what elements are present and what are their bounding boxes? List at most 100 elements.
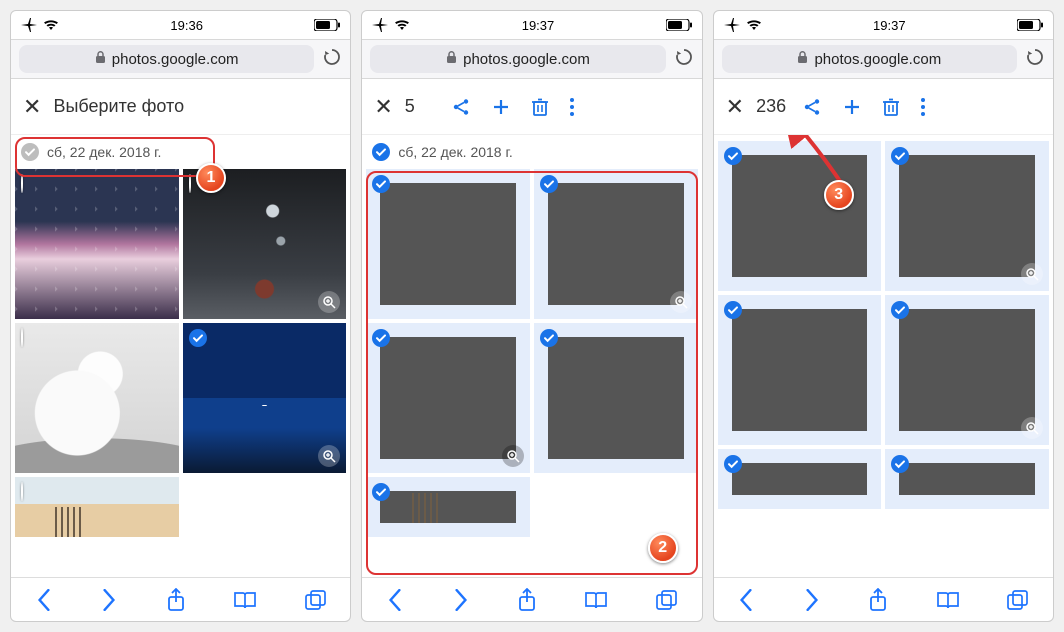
close-icon[interactable]: ✕ bbox=[726, 94, 744, 120]
select-photo-checkbox[interactable] bbox=[189, 329, 207, 349]
select-day-checkbox[interactable] bbox=[372, 143, 390, 161]
url-field[interactable]: photos.google.com bbox=[722, 45, 1017, 73]
date-group-header[interactable]: сб, 22 дек. 2018 г. bbox=[362, 135, 701, 169]
tabs-icon[interactable] bbox=[305, 590, 327, 610]
content-area: 1 сб, 22 дек. 2018 г. bbox=[11, 135, 350, 577]
select-photo-checkbox[interactable] bbox=[724, 147, 742, 167]
select-photo-checkbox[interactable] bbox=[372, 483, 390, 503]
zoom-icon[interactable] bbox=[318, 291, 340, 313]
reload-icon[interactable] bbox=[322, 47, 342, 72]
status-time: 19:37 bbox=[522, 18, 555, 33]
select-photo-checkbox[interactable] bbox=[372, 175, 390, 195]
back-icon[interactable] bbox=[386, 589, 404, 611]
photo-grid bbox=[362, 169, 701, 537]
photo-thumbnail[interactable] bbox=[718, 449, 882, 509]
appbar-actions bbox=[802, 97, 926, 117]
select-photo-checkbox[interactable] bbox=[724, 301, 742, 321]
photo-thumbnail[interactable] bbox=[718, 295, 882, 445]
bookmarks-icon[interactable] bbox=[233, 590, 257, 610]
photo-thumbnail[interactable] bbox=[885, 141, 1049, 291]
select-photo-checkbox[interactable] bbox=[540, 329, 558, 349]
select-photo-checkbox[interactable] bbox=[372, 329, 390, 349]
url-field[interactable]: photos.google.com bbox=[19, 45, 314, 73]
back-icon[interactable] bbox=[737, 589, 755, 611]
select-photo-checkbox[interactable] bbox=[189, 175, 191, 193]
photo-thumbnail[interactable] bbox=[15, 477, 179, 537]
photo-thumbnail[interactable] bbox=[15, 323, 179, 473]
forward-icon[interactable] bbox=[452, 589, 470, 611]
select-photo-checkbox[interactable] bbox=[21, 329, 23, 347]
annotation-marker-3: 3 bbox=[824, 180, 854, 210]
select-photo-checkbox[interactable] bbox=[724, 455, 742, 475]
statusbar: 19:37 bbox=[362, 11, 701, 39]
photo-thumbnail[interactable] bbox=[366, 477, 530, 537]
screenshot-2: 19:37 photos.google.com ✕ 5 2 сб, 22 дек… bbox=[361, 10, 702, 622]
select-day-checkbox[interactable] bbox=[21, 143, 39, 161]
airplane-mode-icon bbox=[372, 18, 388, 32]
zoom-icon[interactable] bbox=[1021, 417, 1043, 439]
url-text: photos.google.com bbox=[112, 51, 239, 68]
more-icon[interactable] bbox=[920, 97, 926, 117]
share-icon[interactable] bbox=[451, 97, 471, 117]
browser-url-bar: photos.google.com bbox=[11, 39, 350, 79]
lock-icon bbox=[797, 51, 808, 68]
photo-thumbnail[interactable] bbox=[885, 449, 1049, 509]
photo-thumbnail[interactable] bbox=[366, 169, 530, 319]
close-icon[interactable]: ✕ bbox=[374, 94, 392, 120]
selection-count: 5 bbox=[405, 96, 439, 117]
trash-icon[interactable] bbox=[882, 97, 900, 117]
tabs-icon[interactable] bbox=[1007, 590, 1029, 610]
select-photo-checkbox[interactable] bbox=[540, 175, 558, 195]
back-icon[interactable] bbox=[35, 589, 53, 611]
select-photo-checkbox[interactable] bbox=[891, 147, 909, 167]
lock-icon bbox=[446, 51, 457, 68]
add-icon[interactable] bbox=[842, 97, 862, 117]
share-icon[interactable] bbox=[517, 588, 537, 612]
select-photo-checkbox[interactable] bbox=[21, 175, 23, 193]
url-text: photos.google.com bbox=[814, 51, 941, 68]
url-text: photos.google.com bbox=[463, 51, 590, 68]
zoom-icon[interactable] bbox=[1021, 263, 1043, 285]
photo-thumbnail[interactable] bbox=[15, 169, 179, 319]
bookmarks-icon[interactable] bbox=[584, 590, 608, 610]
app-bar: ✕ 236 bbox=[714, 79, 1053, 135]
wifi-icon bbox=[43, 19, 59, 31]
forward-icon[interactable] bbox=[100, 589, 118, 611]
annotation-marker-2: 2 bbox=[648, 533, 678, 563]
reload-icon[interactable] bbox=[1025, 47, 1045, 72]
add-icon[interactable] bbox=[491, 97, 511, 117]
url-field[interactable]: photos.google.com bbox=[370, 45, 665, 73]
photo-thumbnail[interactable] bbox=[366, 323, 530, 473]
zoom-icon[interactable] bbox=[318, 445, 340, 467]
select-photo-checkbox[interactable] bbox=[891, 455, 909, 475]
select-photo-checkbox[interactable] bbox=[21, 483, 23, 501]
wifi-icon bbox=[746, 19, 762, 31]
screenshot-3: 19:37 photos.google.com ✕ 236 3 bbox=[713, 10, 1054, 622]
more-icon[interactable] bbox=[569, 97, 575, 117]
bookmarks-icon[interactable] bbox=[936, 590, 960, 610]
share-icon[interactable] bbox=[166, 588, 186, 612]
airplane-mode-icon bbox=[21, 18, 37, 32]
share-icon[interactable] bbox=[802, 97, 822, 117]
photo-thumbnail[interactable] bbox=[534, 169, 698, 319]
appbar-actions bbox=[451, 97, 575, 117]
share-icon[interactable] bbox=[868, 588, 888, 612]
close-icon[interactable]: ✕ bbox=[23, 94, 41, 120]
reload-icon[interactable] bbox=[674, 47, 694, 72]
forward-icon[interactable] bbox=[803, 589, 821, 611]
zoom-icon[interactable] bbox=[670, 291, 692, 313]
battery-icon bbox=[666, 19, 692, 31]
date-group-header[interactable]: сб, 22 дек. 2018 г. bbox=[11, 135, 350, 169]
content-area: 2 сб, 22 дек. 2018 г. bbox=[362, 135, 701, 577]
photo-thumbnail[interactable] bbox=[534, 323, 698, 473]
zoom-icon[interactable] bbox=[502, 445, 524, 467]
photo-grid bbox=[11, 169, 350, 537]
trash-icon[interactable] bbox=[531, 97, 549, 117]
select-photo-checkbox[interactable] bbox=[891, 301, 909, 321]
tabs-icon[interactable] bbox=[656, 590, 678, 610]
battery-icon bbox=[314, 19, 340, 31]
statusbar: 19:36 bbox=[11, 11, 350, 39]
photo-thumbnail[interactable] bbox=[885, 295, 1049, 445]
selection-count: 236 bbox=[756, 96, 790, 117]
photo-thumbnail[interactable] bbox=[183, 323, 347, 473]
